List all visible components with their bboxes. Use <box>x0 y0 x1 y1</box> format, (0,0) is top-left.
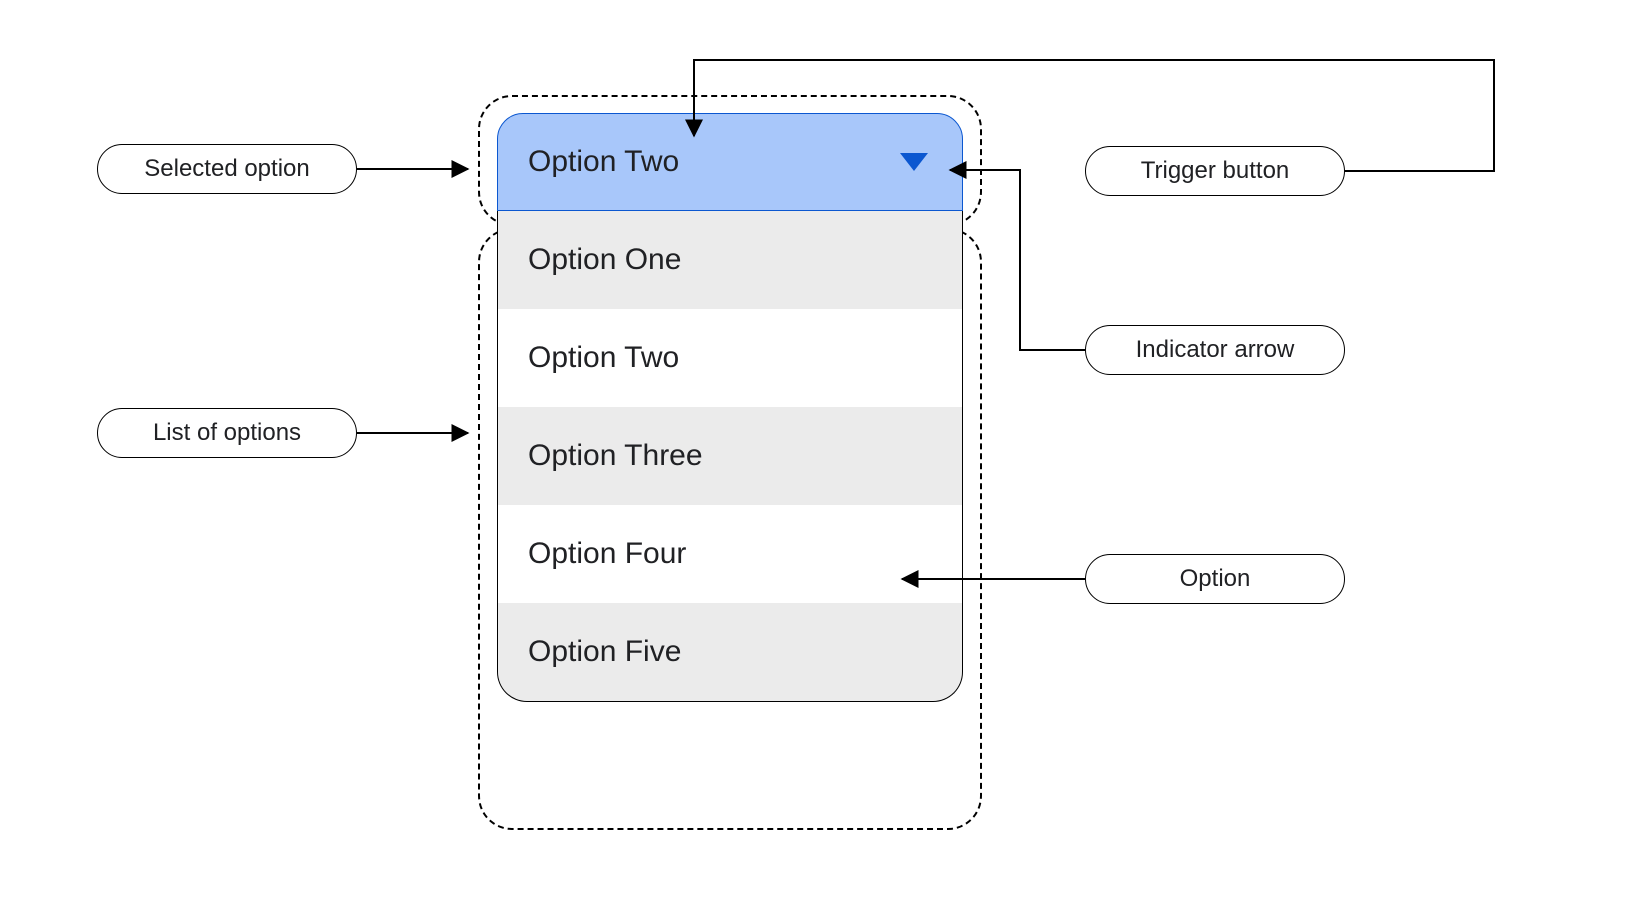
annotation-selected-option: Selected option <box>97 144 357 194</box>
annotation-trigger-button: Trigger button <box>1085 146 1345 196</box>
dropdown-option[interactable]: Option Three <box>498 407 962 505</box>
annotation-option: Option <box>1085 554 1345 604</box>
dropdown-selected-label: Option Two <box>528 145 679 179</box>
dropdown-option[interactable]: Option Five <box>498 603 962 701</box>
chevron-down-icon <box>900 145 928 179</box>
dropdown-option[interactable]: Option One <box>498 211 962 309</box>
dropdown-trigger[interactable]: Option Two <box>497 113 963 211</box>
annotation-list-of-options: List of options <box>97 408 357 458</box>
dropdown-listbox[interactable]: Option One Option Two Option Three Optio… <box>497 211 963 702</box>
dropdown-option[interactable]: Option Two <box>498 309 962 407</box>
annotation-indicator-arrow: Indicator arrow <box>1085 325 1345 375</box>
dropdown-option[interactable]: Option Four <box>498 505 962 603</box>
